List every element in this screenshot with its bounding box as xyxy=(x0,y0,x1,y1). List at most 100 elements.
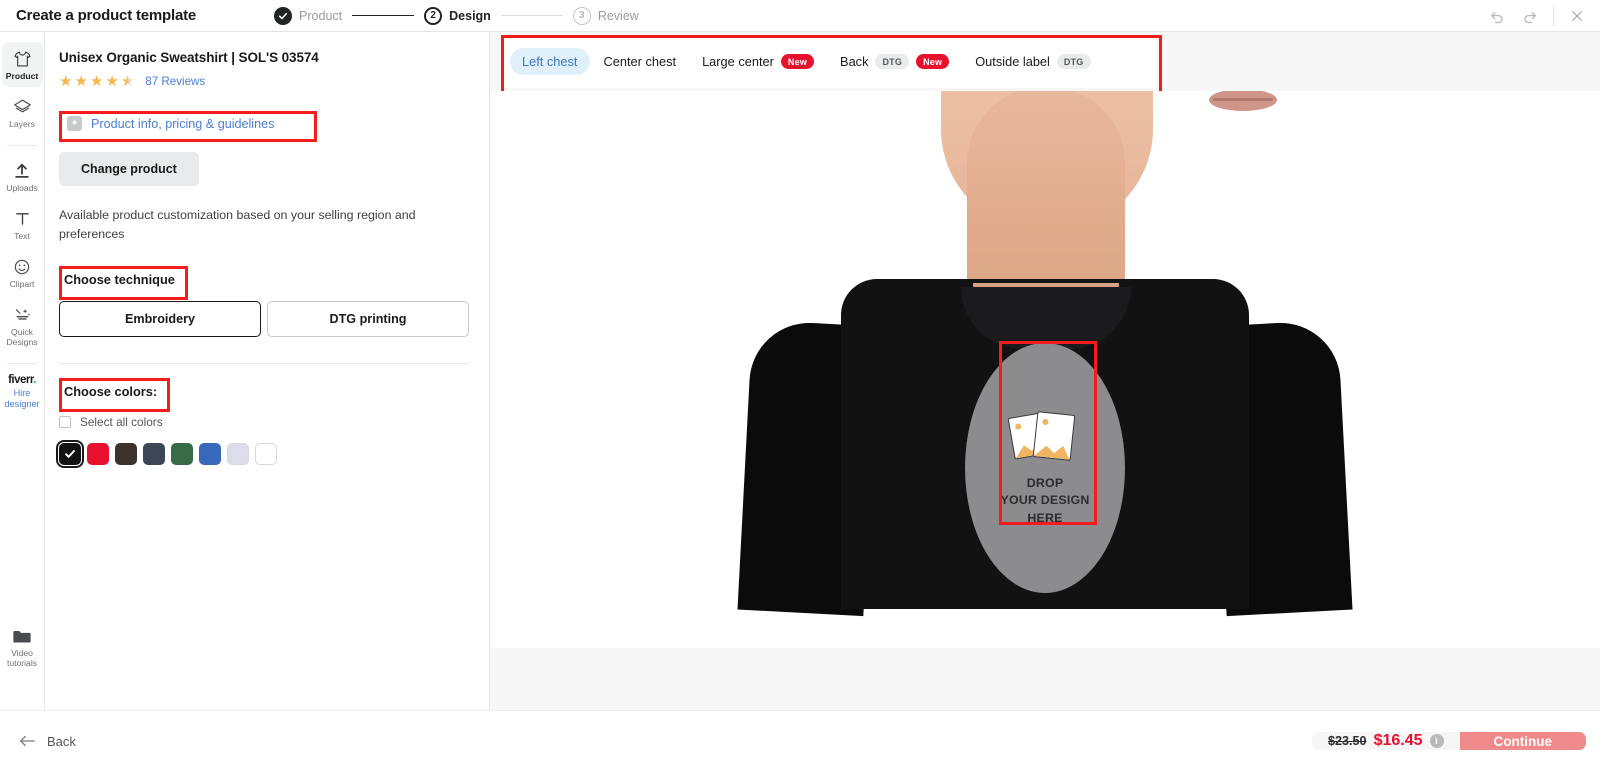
app-root: Create a product template Product 2 Desi… xyxy=(0,0,1600,771)
step-line-1 xyxy=(352,15,415,16)
check-icon xyxy=(278,12,288,19)
step-review-circle: 3 xyxy=(572,6,591,25)
choose-colors-label: Choose colors: xyxy=(64,384,158,399)
swatch-navy-slate[interactable] xyxy=(143,443,165,465)
swatch-red[interactable] xyxy=(87,443,109,465)
rail-item-clipart[interactable]: Clipart xyxy=(2,250,43,295)
fiverr-wordmark: fiverr xyxy=(8,374,34,386)
rail-item-video-tutorials[interactable]: Video tutorials xyxy=(0,626,44,668)
product-info-link-row[interactable]: ✦ Product info, pricing & guidelines xyxy=(59,111,317,142)
rail-item-layers[interactable]: Layers xyxy=(2,90,43,135)
select-all-colors-checkbox[interactable] xyxy=(59,416,71,428)
technique-dtg-button[interactable]: DTG printing xyxy=(267,301,469,337)
product-title: Unisex Organic Sweatshirt | SOL'S 03574 xyxy=(59,50,319,65)
info-icon[interactable]: i xyxy=(1429,734,1444,748)
toolbar-divider xyxy=(1553,5,1554,27)
stepper: Product 2 Design 3 Review xyxy=(274,6,639,25)
arrow-left-icon xyxy=(20,735,35,747)
mockup-stage: DROP YOUR DESIGN HERE xyxy=(490,91,1600,648)
price-box: $23.50 $16.45 i xyxy=(1312,732,1460,750)
footer-bar: Back $23.50 $16.45 i Continue xyxy=(0,710,1600,771)
dropzone-highlight xyxy=(999,341,1097,525)
folder-icon xyxy=(12,626,32,645)
smiley-icon xyxy=(13,257,31,276)
step-design-label: Design xyxy=(449,8,491,23)
swatch-black[interactable] xyxy=(56,440,84,468)
hire-designer-link[interactable]: Hire designer xyxy=(0,388,44,410)
rail-item-uploads[interactable]: Uploads xyxy=(2,154,43,199)
text-icon xyxy=(14,209,31,228)
continue-button[interactable]: Continue xyxy=(1459,732,1586,750)
top-bar: Create a product template Product 2 Desi… xyxy=(0,0,1600,32)
step-design-circle: 2 xyxy=(424,6,443,25)
panel-divider xyxy=(59,363,469,364)
back-button[interactable]: Back xyxy=(18,734,76,749)
select-all-colors-row[interactable]: Select all colors xyxy=(59,415,469,429)
model-lips xyxy=(1209,91,1277,111)
star-rating: ★ ★ ★ ★ ★ xyxy=(59,74,134,89)
swatch-royal-blue[interactable] xyxy=(199,443,221,465)
rating-row: ★ ★ ★ ★ ★ 87 Reviews xyxy=(59,74,469,89)
step-review[interactable]: 3 Review xyxy=(572,6,639,25)
swatch-light-lavender[interactable] xyxy=(227,443,249,465)
layers-icon xyxy=(13,97,32,116)
swatch-white[interactable] xyxy=(255,443,277,465)
swatch-dark-brown[interactable] xyxy=(115,443,137,465)
rail-label-product: Product xyxy=(5,71,39,81)
rail-label-layers: Layers xyxy=(9,119,35,129)
select-all-colors-label: Select all colors xyxy=(80,415,163,429)
technique-options: Embroidery DTG printing xyxy=(59,301,469,337)
product-info-link[interactable]: Product info, pricing & guidelines xyxy=(91,117,274,131)
top-bar-actions xyxy=(1479,0,1600,32)
page-title: Create a product template xyxy=(16,7,197,24)
plus-diamond-icon: ✦ xyxy=(67,116,82,131)
choose-technique-label-wrap: Choose technique xyxy=(59,266,188,300)
step-design[interactable]: 2 Design xyxy=(424,6,491,25)
fiverr-logo: fiverr. xyxy=(8,374,36,386)
rail-item-quick-designs[interactable]: Quick Designs xyxy=(2,298,43,353)
rail-label-quick-designs: Quick Designs xyxy=(6,327,38,347)
placement-tabs-highlight xyxy=(501,35,1162,94)
product-panel: Unisex Organic Sweatshirt | SOL'S 03574 … xyxy=(45,32,490,710)
star-half-icon: ★ xyxy=(120,73,135,90)
step-product-circle xyxy=(274,6,293,25)
swatch-forest-green[interactable] xyxy=(171,443,193,465)
body: Product Layers Uploads Text Clipart Quic… xyxy=(0,32,1600,710)
star-full-icon: ★ xyxy=(105,73,119,90)
sparkle-icon xyxy=(13,305,32,324)
reviews-link[interactable]: 87 Reviews xyxy=(145,75,205,88)
rail-label-video-tutorials: Video tutorials xyxy=(6,648,38,668)
change-product-button[interactable]: Change product xyxy=(59,152,199,186)
check-icon xyxy=(65,450,75,458)
availability-note: Available product customization based on… xyxy=(59,208,416,241)
price-and-continue: $23.50 $16.45 i Continue xyxy=(1312,732,1586,750)
design-canvas: Left chest Center chest Large center New… xyxy=(490,32,1600,710)
redo-icon[interactable] xyxy=(1513,0,1547,32)
rail-label-clipart: Clipart xyxy=(9,279,35,289)
color-swatches xyxy=(56,440,469,468)
choose-technique-label: Choose technique xyxy=(64,272,175,287)
fiverr-hire-designer[interactable]: fiverr. Hire designer xyxy=(0,372,44,410)
step-review-label: Review xyxy=(597,8,639,23)
undo-icon[interactable] xyxy=(1479,0,1513,32)
rail-label-uploads: Uploads xyxy=(6,183,38,193)
rail-label-text: Text xyxy=(14,231,30,241)
rail-item-text[interactable]: Text xyxy=(2,202,43,247)
rail-item-product[interactable]: Product xyxy=(1,42,43,87)
technique-embroidery-button[interactable]: Embroidery xyxy=(59,301,261,337)
fiverr-dot: . xyxy=(33,374,36,386)
tool-rail: Product Layers Uploads Text Clipart Quic… xyxy=(0,32,45,710)
rail-divider-1 xyxy=(7,145,37,146)
star-full-icon: ★ xyxy=(89,73,104,90)
step-product[interactable]: Product xyxy=(274,6,343,25)
close-icon[interactable] xyxy=(1560,0,1594,32)
price-discounted: $16.45 xyxy=(1373,732,1423,749)
rail-divider-2 xyxy=(7,363,37,364)
upload-icon xyxy=(13,161,31,180)
price-original: $23.50 xyxy=(1328,734,1367,748)
step-product-label: Product xyxy=(299,8,343,23)
product-mockup: DROP YOUR DESIGN HERE xyxy=(737,91,1353,617)
star-full-icon: ★ xyxy=(74,73,88,90)
back-button-label: Back xyxy=(47,733,76,749)
step-line-2 xyxy=(500,15,563,16)
